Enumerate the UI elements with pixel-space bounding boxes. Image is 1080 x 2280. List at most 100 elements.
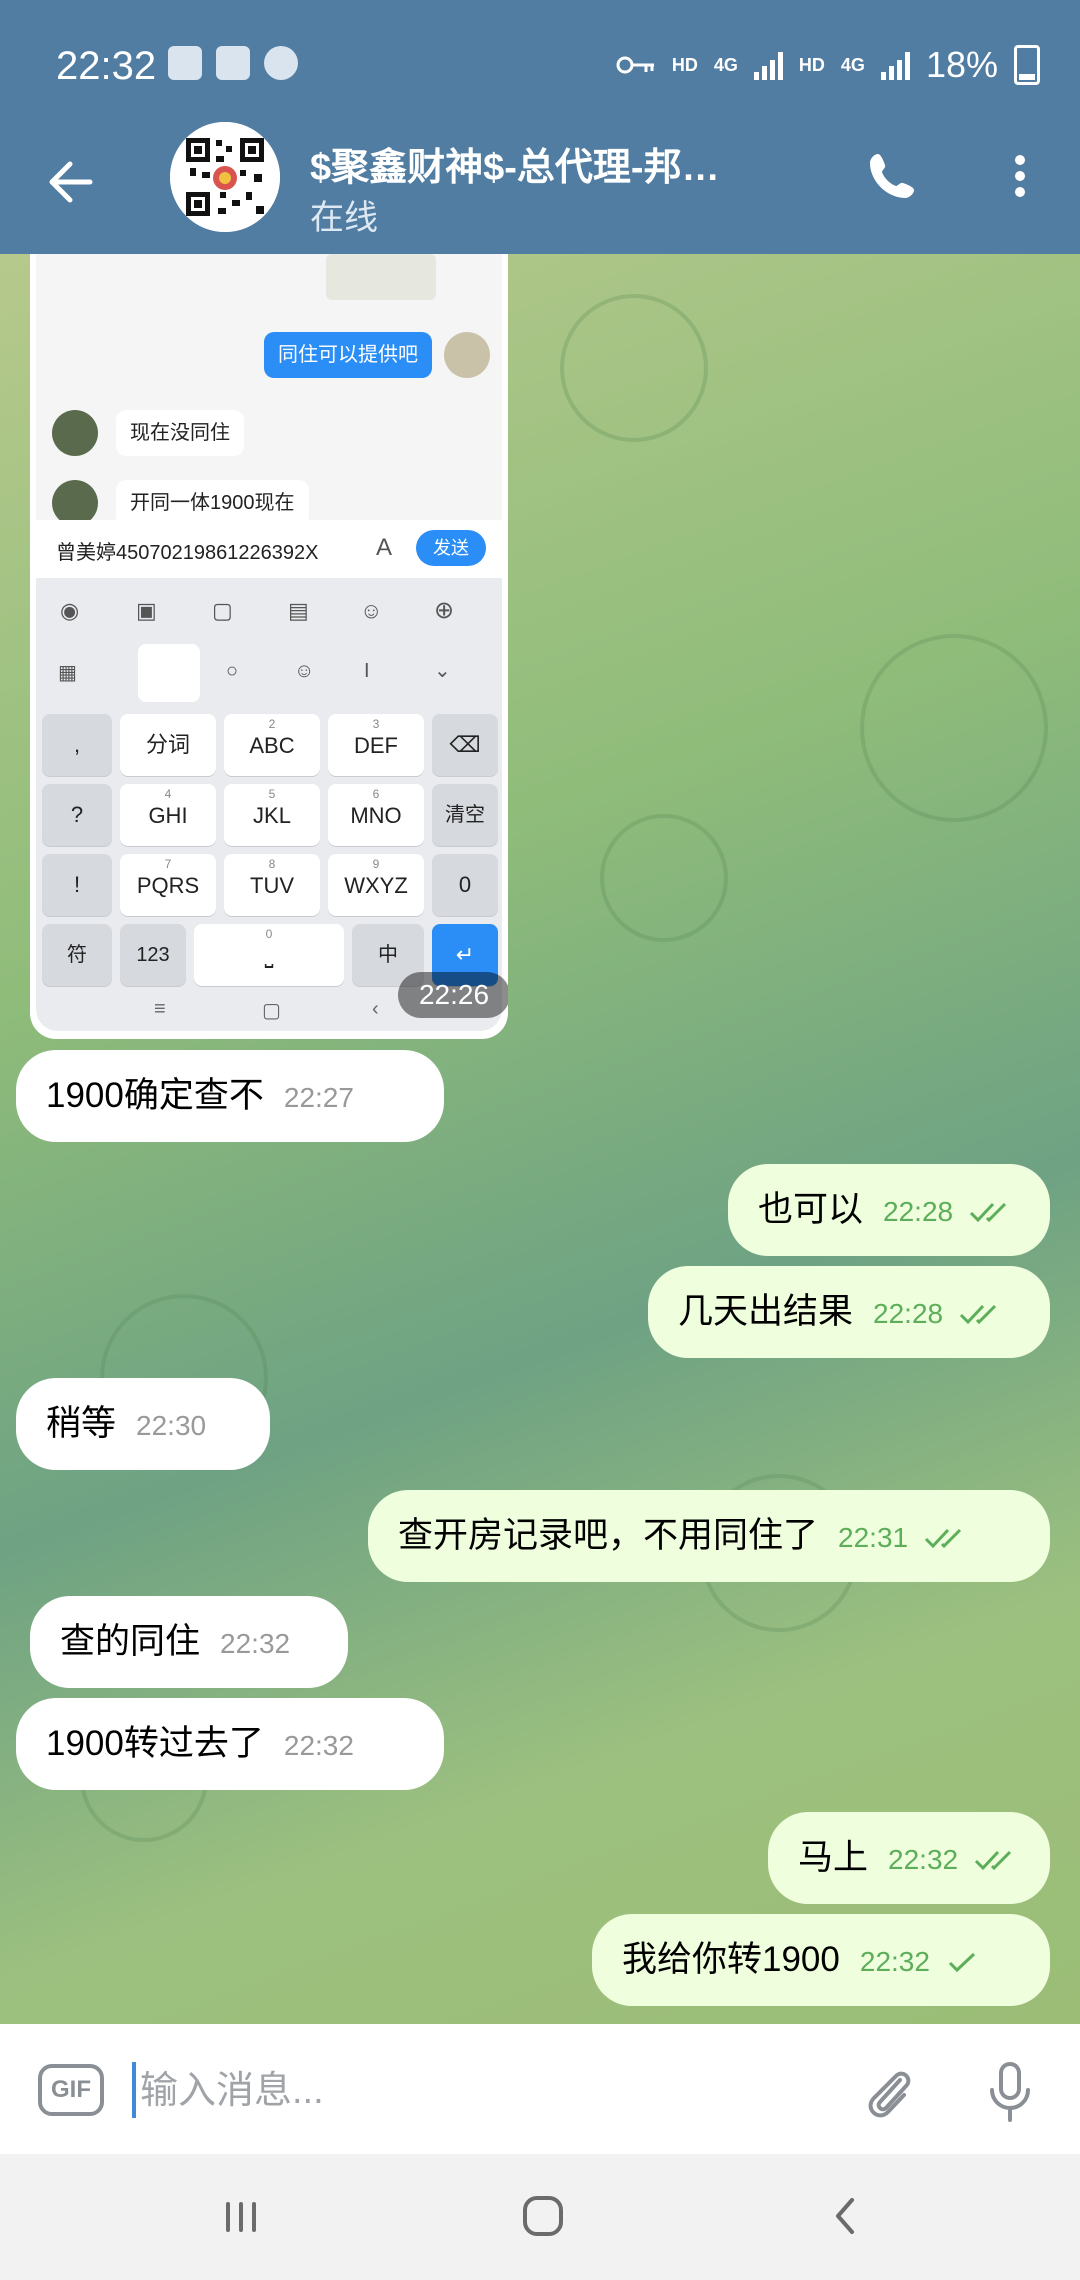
- message-time: 22:28: [883, 1196, 954, 1227]
- double-check-icon: [974, 1850, 1011, 1870]
- recents-icon[interactable]: [206, 2184, 276, 2248]
- status-bar: 22:32 HD 4G HD 4G 18%: [0, 0, 1080, 130]
- battery-icon: [1014, 45, 1040, 85]
- message-text: 几天出结果: [678, 1292, 854, 1331]
- screenshot-avatar: [52, 410, 98, 456]
- app-notification-icon: [168, 46, 202, 80]
- emoji-icon: ☺: [294, 660, 315, 682]
- message-composer: GIF: [0, 2024, 1080, 2154]
- screenshot-image: 同住可以提供吧 现在没同住 开同一体1900现在 曾美婷450702198612…: [36, 254, 502, 1031]
- message-time: 22:28: [873, 1298, 944, 1329]
- message-time: 22:31: [838, 1522, 909, 1553]
- signal-icon: [753, 50, 783, 80]
- message-incoming[interactable]: 查的同住 22:32: [30, 1596, 348, 1688]
- screenshot-message: 同住可以提供吧: [264, 332, 432, 378]
- candidate-box: [138, 644, 200, 702]
- background-doodle: [560, 294, 708, 442]
- notification-icons: [168, 46, 298, 80]
- message-time: 22:30: [136, 1410, 207, 1441]
- message-time: 22:32: [220, 1628, 291, 1659]
- system-nav-bar: [0, 2154, 1080, 2280]
- key-mno: 6 MNO: [328, 784, 424, 846]
- background-doodle: [860, 634, 1048, 822]
- key-ghi: 4 GHI: [120, 784, 216, 846]
- punct-key: !: [42, 854, 112, 916]
- check-icon: [948, 1952, 975, 1972]
- message-time: 22:32: [859, 1946, 930, 1977]
- double-check-icon: [924, 1528, 961, 1548]
- more-menu-icon[interactable]: [1000, 144, 1040, 208]
- network-label-2: 4G: [840, 54, 865, 75]
- key-clear: 清空: [432, 784, 498, 846]
- plus-icon: ⊕: [434, 597, 455, 624]
- contact-avatar[interactable]: [170, 122, 280, 232]
- key-pqrs: 7 PQRS: [120, 854, 216, 916]
- message-time: 22:27: [283, 1082, 354, 1113]
- chat-title[interactable]: $聚鑫财神$-总代理-邦…: [310, 136, 810, 191]
- hd-label: HD: [671, 54, 698, 75]
- message-text: 我给你转1900: [622, 1940, 840, 1979]
- message-input[interactable]: [138, 2060, 702, 2122]
- text-cursor: [132, 2062, 136, 2118]
- microphone-icon[interactable]: [980, 2060, 1040, 2124]
- message-outgoing[interactable]: 也可以 22:28: [728, 1164, 1050, 1256]
- message-time: 22:32: [888, 1844, 959, 1875]
- chevron-down-icon: ⌄: [434, 660, 451, 682]
- status-right: HD 4G HD 4G 18%: [616, 44, 1040, 86]
- hd-label-2: HD: [798, 54, 825, 75]
- background-doodle: [600, 814, 728, 942]
- browser-icon: [264, 46, 298, 80]
- search-icon: ○: [226, 660, 239, 682]
- recents-icon: ≡: [154, 998, 166, 1020]
- screenshot-keyboard: 曾美婷45070219861226392X A 发送 ◉ ▣ ▢ ▤ ☺ ⊕ ▦…: [36, 520, 502, 1031]
- phone-icon[interactable]: [860, 144, 924, 208]
- back-icon: ‹: [372, 998, 379, 1020]
- chat-area[interactable]: 同住可以提供吧 现在没同住 开同一体1900现在 曾美婷450702198612…: [0, 254, 1080, 2024]
- message-outgoing[interactable]: 查开房记录吧，不用同住了 22:31: [368, 1490, 1050, 1582]
- box-icon: ▤: [288, 598, 309, 623]
- backspace-icon: ⌫: [432, 714, 498, 776]
- punct-key: ,: [42, 714, 112, 776]
- back-icon[interactable]: [810, 2184, 880, 2248]
- message-outgoing[interactable]: 几天出结果 22:28: [648, 1266, 1050, 1358]
- thumbnail: [326, 254, 436, 300]
- message-incoming[interactable]: 1900确定查不 22:27: [16, 1050, 444, 1142]
- keyboard-candidate-row: ▦ ○ ☺ I ⌄: [36, 644, 502, 704]
- message-text: 稍等: [46, 1404, 117, 1443]
- message-incoming[interactable]: 1900转过去了 22:32: [16, 1698, 444, 1790]
- screenshot-send-button: 发送: [416, 530, 486, 566]
- message-text: 查开房记录吧，不用同住了: [398, 1516, 819, 1555]
- message-outgoing[interactable]: 马上 22:32: [768, 1812, 1050, 1904]
- clipboard-icon: ▣: [136, 598, 157, 623]
- image-message[interactable]: 同住可以提供吧 现在没同住 开同一体1900现在 曾美婷450702198612…: [30, 254, 508, 1039]
- screenshot-avatar: [444, 332, 490, 378]
- double-check-icon: [959, 1304, 996, 1324]
- gif-button[interactable]: GIF: [38, 2064, 104, 2116]
- camera-icon: ▢: [212, 598, 233, 623]
- key-123: 123: [120, 924, 186, 986]
- key-abc: 2 ABC: [224, 714, 320, 776]
- key-icon: [616, 56, 654, 74]
- message-text: 1900确定查不: [46, 1076, 264, 1115]
- online-status: 在线: [310, 199, 378, 237]
- network-label: 4G: [713, 54, 738, 75]
- home-icon[interactable]: [508, 2184, 578, 2248]
- key-space: 0 ⎵: [194, 924, 344, 986]
- gallery-icon: [216, 46, 250, 80]
- keyboard-toolbar: ◉ ▣ ▢ ▤ ☺ ⊕: [36, 584, 502, 644]
- punct-key: ?: [42, 784, 112, 846]
- chat-header: $聚鑫财神$-总代理-邦… 在线: [0, 122, 1080, 254]
- message-text: 马上: [798, 1838, 869, 1877]
- emoji-icon: ☺: [360, 598, 383, 623]
- key-symbols: 符: [42, 924, 112, 986]
- font-icon: A: [376, 534, 393, 561]
- back-arrow-icon[interactable]: [40, 150, 104, 214]
- paperclip-icon[interactable]: [860, 2060, 920, 2124]
- message-time: 22:32: [283, 1730, 354, 1761]
- key-tuv: 8 TUV: [224, 854, 320, 916]
- message-text: 查的同住: [60, 1622, 201, 1661]
- message-outgoing[interactable]: 我给你转1900 22:32: [592, 1914, 1050, 2006]
- grid-icon: ▦: [58, 662, 77, 684]
- message-incoming[interactable]: 稍等 22:30: [16, 1378, 270, 1470]
- cursor-icon: I: [364, 660, 370, 682]
